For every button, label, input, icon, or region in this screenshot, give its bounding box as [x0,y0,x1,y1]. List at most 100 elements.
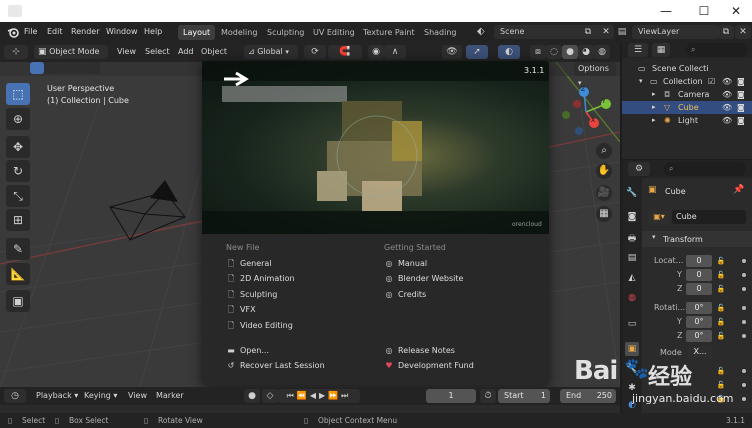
world-tab-icon[interactable]: ◍ [625,291,639,305]
menu-select[interactable]: Select [145,45,170,59]
properties-editor-type-icon[interactable]: ⚙ [628,162,650,176]
lock-icon[interactable]: 🔓 [716,303,726,313]
development-fund-link[interactable]: ♥ Development Fund [384,360,473,372]
timeline-editor-type-icon[interactable]: ◷ [4,389,26,403]
tab-sculpting[interactable]: Sculpting [262,25,309,40]
visibility-icon[interactable]: 👁 [442,45,462,59]
tab-uv-editing[interactable]: UV Editing [308,25,360,40]
new-viewlayer-icon[interactable]: ⧉ [718,25,734,39]
delete-scene-icon[interactable]: ✕ [598,25,614,39]
menu-view[interactable]: View [117,45,136,59]
expand-arrow-icon[interactable]: ▸ [652,114,656,127]
keyframe-dot-icon[interactable] [742,334,746,338]
playback-controls[interactable]: ⏮⏪◀▶⏩⏭ [278,389,360,403]
select-invert-icon[interactable] [72,62,86,74]
add-cube-tool-icon[interactable]: ▣ [6,290,30,312]
marker-menu[interactable]: Marker [156,389,184,403]
keyframe-icon[interactable]: ◇ [262,389,278,403]
keyframe-dot-icon[interactable] [742,397,746,401]
rotate-tool-icon[interactable]: ↻ [6,160,30,182]
options-dropdown[interactable]: Options ▾ [574,62,616,87]
tab-shading[interactable]: Shading [419,25,462,40]
expand-arrow-icon[interactable]: ▸ [652,101,656,114]
move-tool-icon[interactable]: ✥ [6,136,30,158]
new-file-general[interactable]: 🗋 General [226,258,272,270]
eye-icon[interactable]: 👁 [722,114,732,127]
new-scene-icon[interactable]: ⧉ [580,25,596,39]
view-layer-tab-icon[interactable]: ▤ [625,251,639,265]
scene-tab-icon[interactable]: ◭ [625,271,639,285]
new-file-sculpting[interactable]: 🗋 Sculpting [226,289,278,301]
playback-menu[interactable]: Playback ▾ [36,389,78,403]
measure-tool-icon[interactable]: 📐 [6,263,30,285]
camera-render-icon[interactable]: ◙ [737,114,745,127]
end-frame-field[interactable]: End 250 [560,389,616,403]
pan-hand-icon[interactable]: ✋ [596,163,612,179]
blender-website-link[interactable]: ◎ Blender Website [384,273,464,285]
lock-icon[interactable]: 🔓 [716,317,726,327]
camera-render-icon[interactable]: ◙ [737,75,745,88]
recover-last-session-link[interactable]: ↺ Recover Last Session [226,360,325,372]
xray-icon[interactable]: ⧈ [530,45,546,59]
outliner-cube-row[interactable]: ▸ ▽ Cube 👁 ◙ [622,101,752,114]
transform-panel-header[interactable]: ▾ Transform [642,231,752,247]
collection-tab-icon[interactable]: ▭ [625,317,639,331]
object-name-field[interactable]: Cube [672,210,746,224]
falloff-icon[interactable]: ∧ [384,45,406,59]
keyframe-dot-icon[interactable] [742,306,746,310]
new-file-vfx[interactable]: 🗋 VFX [226,304,256,316]
keyframe-dot-icon[interactable] [742,369,746,373]
eye-icon[interactable]: 👁 [722,101,732,114]
lock-icon[interactable]: 🔓 [716,366,726,376]
keying-menu[interactable]: Keying ▾ [84,389,117,403]
location-x-field[interactable]: 0 [686,255,712,267]
properties-search-input[interactable]: ⌕ [664,162,746,176]
tab-modeling[interactable]: Modeling [216,25,262,40]
release-notes-link[interactable]: ◎ Release Notes [384,345,455,357]
outliner-collection-row[interactable]: ▾ ▭ Collection ☑ 👁 ◙ [622,75,752,88]
menu-edit[interactable]: Edit [47,25,63,39]
keyframe-dot-icon[interactable] [742,320,746,324]
record-icon[interactable]: ● [244,389,260,403]
camera-render-icon[interactable]: ◙ [737,101,745,114]
zoom-icon[interactable]: ⌕ [596,143,612,159]
timer-icon[interactable]: ⏱ [480,389,496,403]
open-file-link[interactable]: ▬ Open... [226,345,269,357]
lock-icon[interactable]: 🔓 [716,331,726,341]
select-box-tool-icon[interactable]: ⬚ [6,83,30,105]
overlays-toggle-icon[interactable]: ◐ [498,45,520,59]
shading-solid-icon[interactable]: ● [562,45,578,59]
lock-icon[interactable]: 🔓 [716,284,726,294]
minimize-button[interactable]: — [652,2,680,20]
editor-type-icon[interactable]: ⊹ [4,45,28,59]
current-frame-field[interactable]: 1 [426,389,476,403]
eye-icon[interactable]: 👁 [722,75,732,88]
transform-tool-icon[interactable]: ⊞ [6,209,30,231]
lock-icon[interactable]: 🔓 [716,256,726,266]
select-intersect-icon[interactable] [86,62,100,74]
maximize-button[interactable]: ☐ [690,2,718,20]
display-mode-icon[interactable]: ▦ [652,43,670,57]
rotation-z-field[interactable]: 0° [686,330,712,342]
shading-rendered-icon[interactable]: ◍ [594,45,610,59]
lock-icon[interactable]: 🔓 [716,270,726,280]
manual-link[interactable]: ◎ Manual [384,258,428,270]
expand-arrow-icon[interactable]: ▾ [639,75,643,88]
pin-icon[interactable]: 📌 [733,185,744,195]
navigation-gizmo[interactable]: Y Z X [557,83,615,141]
select-extend-icon[interactable] [44,62,58,74]
new-file-video-editing[interactable]: 🗋 Video Editing [226,320,293,332]
menu-file[interactable]: File [24,25,37,39]
location-z-field[interactable]: 0 [686,283,712,295]
outliner-light-row[interactable]: ▸ ✺ Light 👁 ◙ [622,114,752,127]
menu-add[interactable]: Add [178,45,194,59]
scale-tool-icon[interactable]: ⤡ [6,185,30,207]
render-tab-icon[interactable]: ◙ [625,210,639,224]
viewlayer-icon[interactable]: ▤ [614,25,630,39]
select-subtract-icon[interactable] [58,62,72,74]
viewlayer-selector[interactable]: ViewLayer [632,25,718,39]
gizmo-toggle-icon[interactable]: ➚ [466,45,488,59]
keyframe-dot-icon[interactable] [742,383,746,387]
object-mode-dropdown[interactable]: ▣ Object Mode ▾ [34,45,108,70]
menu-render[interactable]: Render [71,25,99,39]
